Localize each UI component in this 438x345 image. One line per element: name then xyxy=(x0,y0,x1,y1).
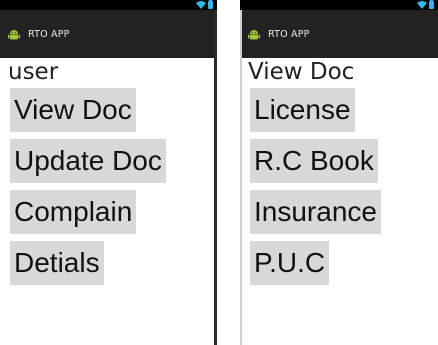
complain-button[interactable]: Complain xyxy=(10,190,137,234)
button-list: View Doc Update Doc Complain Detials xyxy=(0,88,217,292)
status-bar xyxy=(0,0,217,10)
screen-content: View Doc License R.C Book Insurance P.U.… xyxy=(240,58,438,345)
phone-screen-view-doc: RTO APP View Doc License R.C Book Insura… xyxy=(240,0,438,345)
battery-icon xyxy=(429,0,434,9)
details-button[interactable]: Detials xyxy=(10,241,104,285)
screen-label: View Doc xyxy=(248,59,355,85)
button-list: License R.C Book Insurance P.U.C xyxy=(240,88,438,292)
action-bar: RTO APP xyxy=(0,10,217,58)
insurance-button[interactable]: Insurance xyxy=(250,190,381,234)
status-bar xyxy=(240,0,438,10)
status-icons xyxy=(417,0,434,9)
screen-label: user xyxy=(8,59,59,85)
phone-screen-user: RTO APP user View Doc Update Doc Complai… xyxy=(0,0,217,345)
android-icon[interactable] xyxy=(7,27,21,41)
app-title: RTO APP xyxy=(28,28,70,40)
puc-button[interactable]: P.U.C xyxy=(250,241,330,285)
wifi-icon xyxy=(196,1,206,9)
wifi-icon xyxy=(417,1,427,9)
screen-content: user View Doc Update Doc Complain Detial… xyxy=(0,58,217,345)
status-icons xyxy=(196,0,213,9)
app-title: RTO APP xyxy=(268,28,310,40)
battery-icon xyxy=(208,0,213,9)
rc-book-button[interactable]: R.C Book xyxy=(250,139,378,183)
android-icon[interactable] xyxy=(247,27,261,41)
view-doc-button[interactable]: View Doc xyxy=(10,88,136,132)
device-frame-edge xyxy=(240,10,242,345)
license-button[interactable]: License xyxy=(250,88,355,132)
device-frame-edge xyxy=(214,10,217,345)
update-doc-button[interactable]: Update Doc xyxy=(10,139,166,183)
action-bar: RTO APP xyxy=(240,10,438,58)
